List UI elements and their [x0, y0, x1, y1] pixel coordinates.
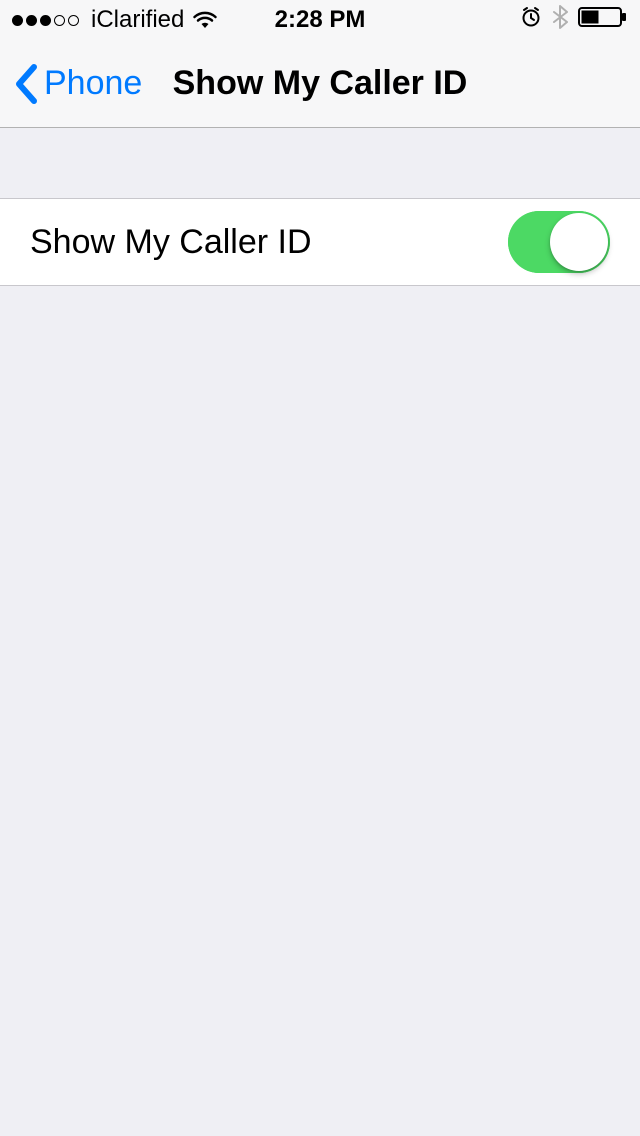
spacer	[0, 128, 640, 198]
navigation-bar: Phone Show My Caller ID	[0, 40, 640, 128]
signal-strength-icon	[12, 15, 79, 26]
back-label: Phone	[44, 64, 142, 103]
wifi-icon	[192, 10, 218, 30]
setting-row-caller-id: Show My Caller ID	[0, 198, 640, 286]
back-button[interactable]: Phone	[14, 63, 142, 105]
toggle-knob	[550, 213, 608, 271]
carrier-label: iClarified	[91, 6, 184, 34]
status-time: 2:28 PM	[275, 6, 366, 34]
page-title: Show My Caller ID	[173, 64, 468, 103]
bluetooth-icon	[552, 4, 568, 37]
content-area: Show My Caller ID	[0, 128, 640, 286]
status-bar: iClarified 2:28 PM	[0, 0, 640, 40]
status-right	[520, 4, 628, 37]
caller-id-toggle[interactable]	[508, 211, 610, 273]
chevron-left-icon	[14, 63, 38, 105]
battery-icon	[578, 6, 628, 35]
status-left: iClarified	[12, 6, 218, 34]
setting-label: Show My Caller ID	[30, 223, 312, 262]
alarm-icon	[520, 6, 542, 35]
